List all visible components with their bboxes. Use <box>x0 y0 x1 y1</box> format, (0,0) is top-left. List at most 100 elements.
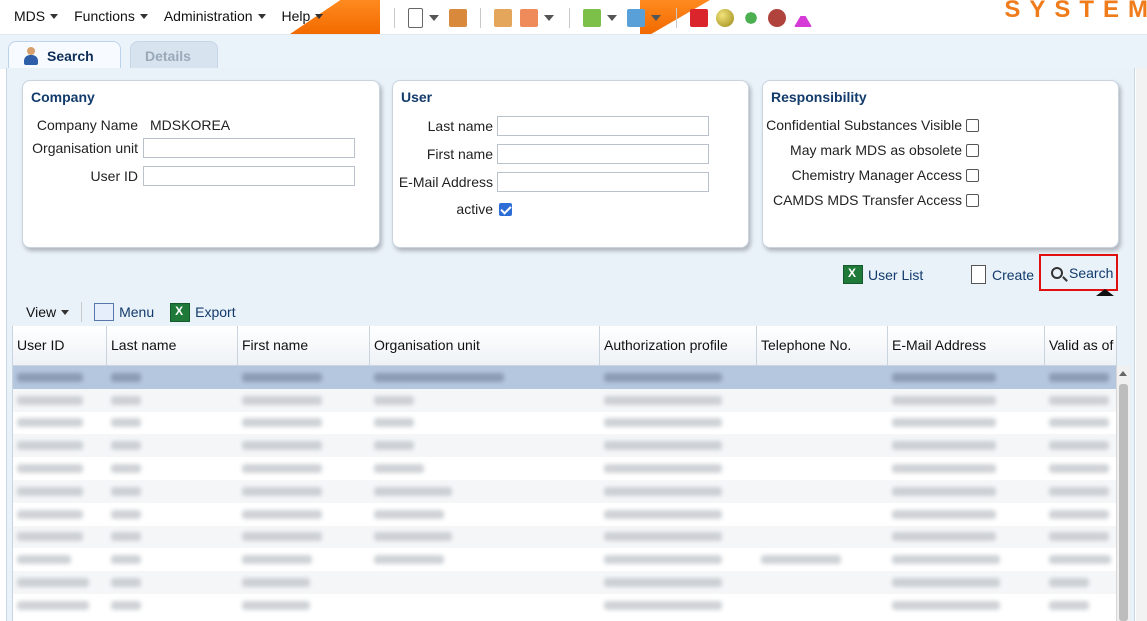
export-icon[interactable] <box>627 9 645 27</box>
user-icon <box>23 47 39 65</box>
redacted-text <box>1049 532 1109 542</box>
column-header-telephone[interactable]: Telephone No. <box>757 326 888 365</box>
redacted-text <box>242 555 312 565</box>
org-unit-row: Organisation unit <box>23 138 355 158</box>
collapse-icon[interactable] <box>1096 289 1114 296</box>
table-row[interactable] <box>13 479 1117 503</box>
table-row[interactable] <box>13 457 1117 480</box>
first-name-input[interactable] <box>497 144 709 164</box>
table-row[interactable] <box>13 434 1117 458</box>
redacted-text <box>374 418 414 428</box>
view-menu[interactable]: View <box>26 304 70 320</box>
email-row: E-Mail Address <box>393 172 709 192</box>
export-button[interactable]: Export <box>170 302 236 322</box>
import-icon[interactable] <box>583 9 601 27</box>
table-cell <box>370 457 600 480</box>
redacted-text <box>1049 464 1109 474</box>
table-row[interactable] <box>13 548 1117 571</box>
redacted-text <box>17 395 83 405</box>
toolbar-separator <box>569 8 570 28</box>
last-name-input[interactable] <box>497 116 709 136</box>
tab-details[interactable]: Details <box>130 41 218 70</box>
scroll-up-icon[interactable] <box>1119 371 1127 376</box>
table-cell <box>888 389 1045 412</box>
table-row[interactable] <box>13 366 1117 389</box>
email-input[interactable] <box>497 172 709 192</box>
sphere-icon[interactable] <box>716 9 734 27</box>
table-cell <box>1045 571 1117 594</box>
column-header-last-name[interactable]: Last name <box>107 326 238 365</box>
redacted-text <box>17 600 89 610</box>
table-row[interactable] <box>13 571 1117 594</box>
table-toolbar: View Menu Export <box>12 300 236 324</box>
column-header-user-id[interactable]: User ID <box>13 326 107 365</box>
user-list-button[interactable]: User List <box>843 265 923 284</box>
table-row[interactable] <box>13 525 1117 549</box>
responsibility-row-confidential: Confidential Substances Visible <box>763 117 979 133</box>
tab-search[interactable]: Search <box>8 41 121 70</box>
redacted-text <box>111 555 141 565</box>
edit-document-icon[interactable] <box>494 9 512 27</box>
chemistry-checkbox[interactable] <box>966 168 979 182</box>
column-header-valid-as-of[interactable]: Valid as of <box>1045 326 1117 365</box>
table-cell <box>370 594 600 617</box>
table-cell <box>757 434 888 457</box>
table-cell <box>1045 366 1117 389</box>
user-id-input[interactable] <box>143 166 355 186</box>
chevron-down-icon <box>61 309 70 315</box>
chevron-down-icon[interactable] <box>607 15 617 21</box>
table-cell <box>238 503 370 526</box>
column-header-auth-profile[interactable]: Authorization profile <box>600 326 757 365</box>
active-checkbox[interactable] <box>499 202 512 216</box>
table-row[interactable] <box>13 594 1117 617</box>
save-icon[interactable] <box>449 9 467 27</box>
company-name-value: MDSKOREA <box>150 117 231 133</box>
menu-button[interactable]: Menu <box>94 303 154 321</box>
table-cell <box>107 480 238 503</box>
chevron-down-icon[interactable] <box>651 15 661 21</box>
table-cell <box>107 503 238 526</box>
confidential-checkbox[interactable] <box>966 118 979 132</box>
obsolete-checkbox[interactable] <box>966 143 979 157</box>
menu-administration[interactable]: Administration <box>156 8 274 24</box>
table-cell <box>757 389 888 412</box>
table-cell <box>370 571 600 594</box>
table-row[interactable] <box>13 503 1117 526</box>
substance-icon[interactable] <box>768 9 786 27</box>
table-cell <box>600 366 757 389</box>
page-scrollbar[interactable] <box>1136 68 1147 621</box>
table-scrollbar[interactable] <box>1116 366 1130 621</box>
table-cell <box>888 526 1045 549</box>
create-label: Create <box>992 266 1035 283</box>
redacted-text <box>17 418 83 428</box>
chevron-down-icon[interactable] <box>429 15 439 21</box>
table-row[interactable] <box>13 412 1117 435</box>
pdf-icon[interactable] <box>520 9 538 27</box>
company-group: Company Company Name MDSKOREA Organisati… <box>22 80 380 248</box>
column-header-email[interactable]: E-Mail Address <box>888 326 1045 365</box>
column-header-first-name[interactable]: First name <box>238 326 370 365</box>
redacted-text <box>374 372 504 382</box>
menu-mds[interactable]: MDS <box>6 8 66 24</box>
table-cell <box>757 594 888 617</box>
camds-checkbox[interactable] <box>966 193 979 207</box>
cube-icon[interactable] <box>690 9 708 27</box>
menu-functions[interactable]: Functions <box>66 8 156 24</box>
table-cell <box>888 571 1045 594</box>
new-document-icon[interactable] <box>408 8 423 28</box>
export-label: Export <box>195 304 236 320</box>
column-header-org-unit[interactable]: Organisation unit <box>370 326 600 365</box>
table-cell <box>13 434 107 457</box>
company-name-label: Company Name <box>36 117 138 133</box>
scrollbar-thumb[interactable] <box>1119 384 1128 621</box>
chevron-down-icon[interactable] <box>544 15 554 21</box>
org-unit-input[interactable] <box>143 138 355 158</box>
table-row[interactable] <box>13 388 1117 412</box>
flask-icon[interactable] <box>794 9 812 27</box>
create-button[interactable]: Create <box>971 265 1034 284</box>
menu-help[interactable]: Help <box>274 8 332 24</box>
redacted-text <box>242 418 322 428</box>
molecule-icon[interactable] <box>742 9 760 27</box>
view-label: View <box>26 304 57 320</box>
redacted-text <box>242 600 310 610</box>
